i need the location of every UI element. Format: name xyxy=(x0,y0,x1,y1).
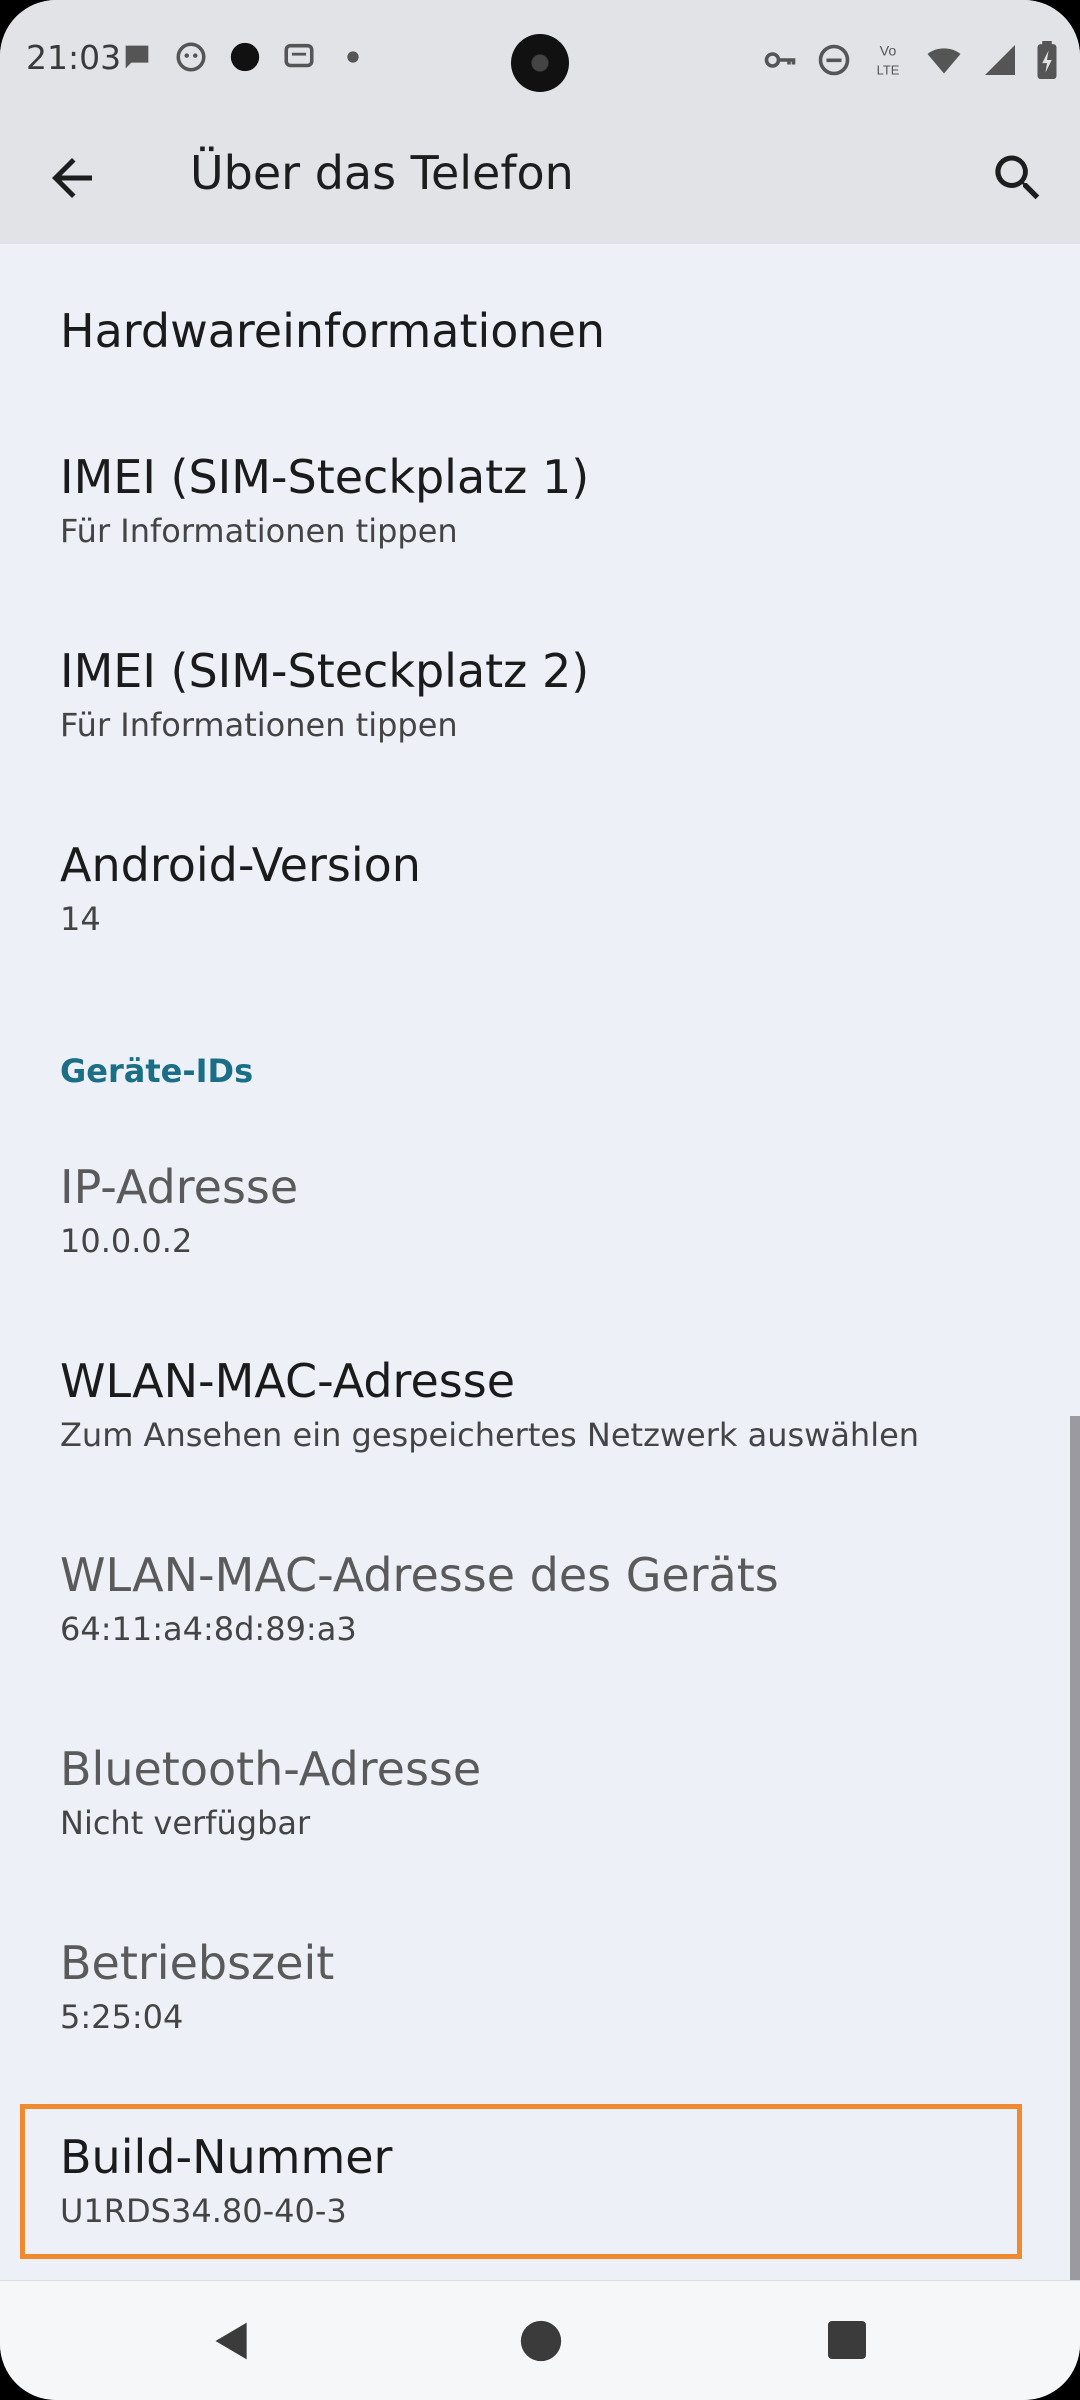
smiley-icon xyxy=(176,42,206,72)
section-header-device-ids: Geräte-IDs xyxy=(60,1052,254,1090)
navigation-bar xyxy=(0,2280,1080,2400)
list-item-ip-address[interactable]: IP-Adresse 10.0.0.2 xyxy=(0,1160,1080,1310)
list-item-wlan-mac[interactable]: WLAN-MAC-Adresse Zum Ansehen ein gespeic… xyxy=(0,1354,1080,1504)
status-bar: 21:03 Vo LTE xyxy=(0,0,1080,120)
item-subtitle: U1RDS34.80-40-3 xyxy=(60,2192,347,2230)
settings-list: Hardwareinformationen IMEI (SIM-Steckpla… xyxy=(0,244,1080,2280)
item-title: WLAN-MAC-Adresse xyxy=(60,1354,515,1408)
scrollbar[interactable] xyxy=(1070,1416,1080,2286)
list-item-imei-sim2[interactable]: IMEI (SIM-Steckplatz 2) Für Informatione… xyxy=(0,644,1080,794)
item-title: WLAN-MAC-Adresse des Geräts xyxy=(60,1548,779,1602)
search-icon[interactable] xyxy=(988,148,1048,208)
vpn-key-icon xyxy=(764,52,796,68)
wifi-icon xyxy=(927,48,961,74)
list-item-build-number[interactable]: Build-Nummer U1RDS34.80-40-3 xyxy=(0,2130,1080,2280)
list-item-device-wlan-mac[interactable]: WLAN-MAC-Adresse des Geräts 64:11:a4:8d:… xyxy=(0,1548,1080,1698)
list-item-uptime[interactable]: Betriebszeit 5:25:04 xyxy=(0,1936,1080,2086)
item-subtitle: Für Informationen tippen xyxy=(60,706,458,744)
back-arrow-icon[interactable] xyxy=(42,148,102,208)
svg-text:LTE: LTE xyxy=(877,62,900,77)
volte-icon: Vo LTE xyxy=(877,44,900,78)
item-title: IMEI (SIM-Steckplatz 2) xyxy=(60,644,590,698)
message-icon xyxy=(284,43,314,68)
small-dot-icon xyxy=(347,51,359,63)
list-item-android-version[interactable]: Android-Version 14 xyxy=(0,838,1080,988)
item-subtitle: Nicht verfügbar xyxy=(60,1804,311,1842)
chat-bubble-icon xyxy=(125,45,149,69)
item-title: Betriebszeit xyxy=(60,1936,335,1990)
list-item-bluetooth-address[interactable]: Bluetooth-Adresse Nicht verfügbar xyxy=(0,1742,1080,1892)
item-subtitle: 14 xyxy=(60,900,101,938)
item-title: Bluetooth-Adresse xyxy=(60,1742,482,1796)
notification-icons xyxy=(120,40,370,74)
system-status-icons: Vo LTE xyxy=(762,40,1058,80)
nav-back-icon[interactable] xyxy=(210,2319,254,2363)
battery-icon xyxy=(1037,41,1057,79)
item-subtitle: 5:25:04 xyxy=(60,1998,184,2036)
dot-icon xyxy=(230,42,260,72)
nav-recents-icon[interactable] xyxy=(828,2321,866,2359)
nav-home-icon[interactable] xyxy=(519,2319,563,2363)
item-title: Android-Version xyxy=(60,838,421,892)
item-subtitle: 10.0.0.2 xyxy=(60,1222,193,1260)
item-title: Build-Nummer xyxy=(60,2130,393,2184)
phone-screen: 21:03 Vo LTE Über das Telefon Hardwarein… xyxy=(0,0,1080,2400)
list-item-hardware-info[interactable]: Hardwareinformationen xyxy=(0,304,1080,404)
app-bar: Über das Telefon xyxy=(0,120,1080,244)
item-subtitle: Zum Ansehen ein gespeichertes Netzwerk a… xyxy=(60,1416,920,1454)
status-time: 21:03 xyxy=(26,38,122,77)
front-camera xyxy=(511,34,569,92)
svg-text:Vo: Vo xyxy=(880,44,897,60)
signal-icon xyxy=(985,45,1015,75)
list-item-imei-sim1[interactable]: IMEI (SIM-Steckplatz 1) Für Informatione… xyxy=(0,450,1080,600)
item-subtitle: 64:11:a4:8d:89:a3 xyxy=(60,1610,357,1648)
item-title: IMEI (SIM-Steckplatz 1) xyxy=(60,450,590,504)
item-title: Hardwareinformationen xyxy=(60,304,606,358)
item-subtitle: Für Informationen tippen xyxy=(60,512,458,550)
item-title: IP-Adresse xyxy=(60,1160,299,1214)
do-not-disturb-icon xyxy=(818,44,850,76)
page-title: Über das Telefon xyxy=(190,146,574,200)
